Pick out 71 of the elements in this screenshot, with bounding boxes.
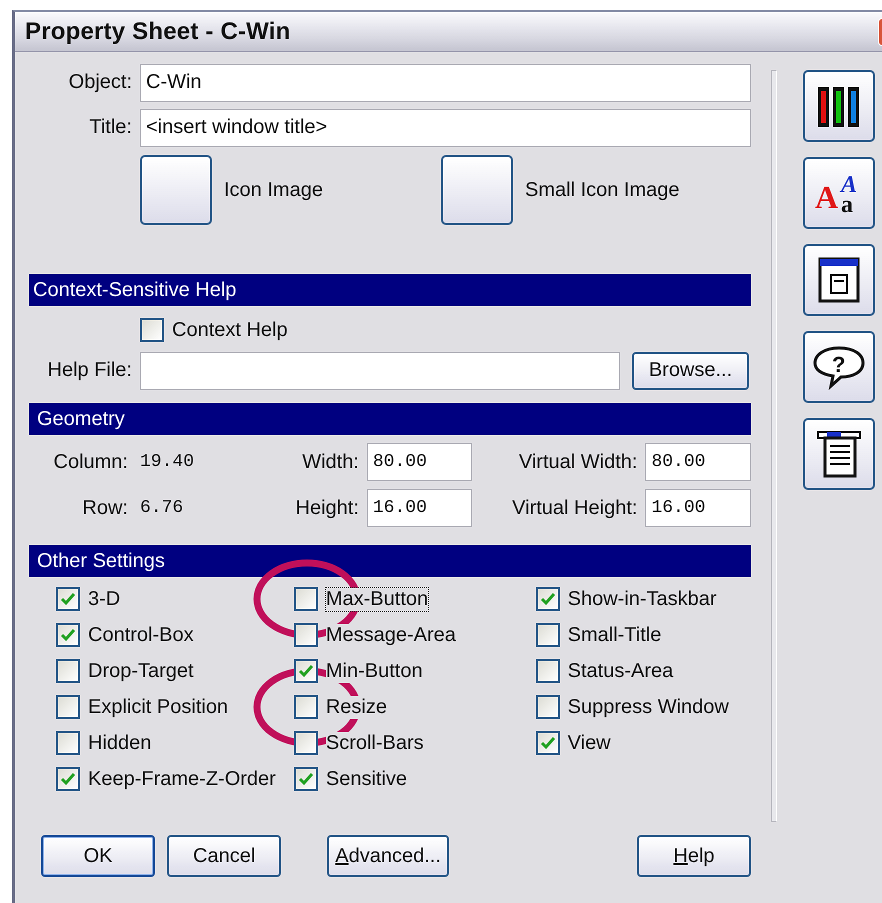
- dialog-button[interactable]: Help: [636, 835, 752, 877]
- checkbox[interactable]: [56, 695, 80, 719]
- checkbox-label: Message-Area: [326, 624, 456, 646]
- image-label: Icon Image: [224, 178, 324, 202]
- checkbox[interactable]: [56, 767, 80, 791]
- help-bubble-icon: ?: [813, 344, 865, 390]
- size-field[interactable]: 16.00: [366, 489, 472, 527]
- checkbox[interactable]: [294, 731, 318, 755]
- checkbox-label: Suppress Window: [568, 696, 729, 718]
- checkbox[interactable]: [294, 659, 318, 683]
- checkbox[interactable]: [536, 659, 560, 683]
- checkbox[interactable]: [536, 731, 560, 755]
- checkbox[interactable]: [536, 587, 560, 611]
- check-icon: [540, 592, 556, 606]
- image-label: Small Icon Image: [525, 178, 681, 202]
- checkbox[interactable]: [56, 587, 80, 611]
- checkbox-label: Keep-Frame-Z-Order: [88, 768, 276, 790]
- checkbox-label: Resize: [326, 696, 387, 718]
- checkbox-label: Max-Button: [326, 588, 428, 610]
- checkbox[interactable]: [140, 318, 164, 342]
- toolbar-button[interactable]: ?: [803, 331, 875, 403]
- section-header: Other Settings: [29, 545, 751, 577]
- checkbox[interactable]: [56, 731, 80, 755]
- check-icon: [60, 628, 76, 642]
- check-icon: [540, 736, 556, 750]
- checkbox[interactable]: [56, 623, 80, 647]
- checkbox[interactable]: [294, 623, 318, 647]
- browse-button[interactable]: Browse...: [632, 352, 749, 390]
- toolbar-button[interactable]: [803, 70, 875, 142]
- checkbox[interactable]: [294, 695, 318, 719]
- field-label: Virtual Height:: [511, 496, 638, 520]
- window-icon: [818, 257, 860, 303]
- title-field[interactable]: <insert window title>: [140, 108, 751, 146]
- checkbox-label: Explicit Position: [88, 696, 228, 718]
- image-button[interactable]: [140, 155, 212, 225]
- virtual-size-field[interactable]: 16.00: [645, 489, 751, 527]
- object-field[interactable]: C-Win: [140, 64, 751, 102]
- checkbox-label: Context Help: [172, 318, 288, 342]
- checkbox[interactable]: [536, 695, 560, 719]
- virtual-size-field[interactable]: 80.00: [645, 443, 751, 481]
- field-label: Row:: [81, 496, 129, 520]
- window-title: Property Sheet - C-Win: [25, 18, 291, 46]
- toolbar-button[interactable]: [803, 418, 875, 490]
- field-label: Title:: [88, 116, 133, 139]
- image-button[interactable]: [441, 155, 513, 225]
- checkbox[interactable]: [536, 623, 560, 647]
- section-header: Geometry: [29, 403, 751, 435]
- section-header: Context-Sensitive Help: [29, 274, 751, 306]
- field-label: Object:: [68, 71, 133, 94]
- checkbox[interactable]: [294, 587, 318, 611]
- check-icon: [60, 592, 76, 606]
- check-icon: [298, 772, 314, 786]
- help-file-field[interactable]: [140, 352, 620, 390]
- size-field[interactable]: 80.00: [366, 443, 472, 481]
- field-label: Virtual Width:: [518, 450, 638, 474]
- dialog-button[interactable]: Cancel: [167, 835, 282, 877]
- dialog-button[interactable]: Advanced...: [327, 835, 449, 877]
- check-icon: [60, 772, 76, 786]
- field-label: Width:: [301, 450, 360, 474]
- document-icon: [817, 429, 861, 479]
- position-value: 6.76: [139, 498, 184, 518]
- toolbar-button[interactable]: [803, 244, 875, 316]
- checkbox[interactable]: [56, 659, 80, 683]
- check-icon: [298, 664, 314, 678]
- field-label: Column:: [52, 450, 129, 474]
- ok-button[interactable]: OK: [41, 835, 156, 877]
- field-label: Height:: [294, 496, 360, 520]
- field-label: Help File:: [46, 359, 133, 382]
- checkbox[interactable]: [294, 767, 318, 791]
- position-value: 19.40: [139, 452, 196, 472]
- checkbox-label: Min-Button: [326, 660, 423, 682]
